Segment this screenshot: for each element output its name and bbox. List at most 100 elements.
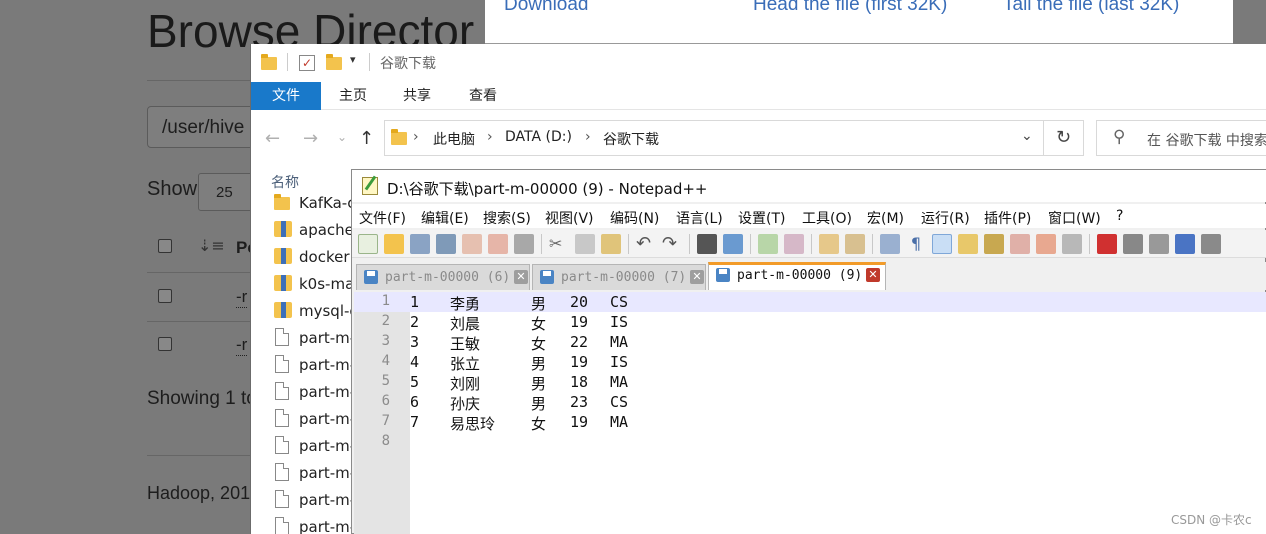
undo-icon[interactable]: ↶ xyxy=(636,234,656,254)
menu-help[interactable]: ? xyxy=(1116,208,1123,224)
properties-icon[interactable]: ✓ xyxy=(299,55,315,71)
menu-edit[interactable]: 编辑(E) xyxy=(421,208,469,228)
tail-file-link[interactable]: Tail the file (last 32K) xyxy=(1003,0,1179,16)
list-item[interactable]: mysql-c xyxy=(273,300,363,324)
menu-tools[interactable]: 工具(O) xyxy=(802,208,852,228)
breadcrumb-separator-icon[interactable]: › xyxy=(413,129,419,145)
recent-locations-icon[interactable]: ⌄ xyxy=(337,130,347,144)
paste-icon[interactable] xyxy=(601,234,621,254)
tab-part-m-00000-6[interactable]: part-m-00000 (6) ✕ xyxy=(356,264,530,290)
editor-line[interactable]: 2 2 刘晨 女 19 IS xyxy=(354,312,1266,333)
folder-as-workspace-icon[interactable] xyxy=(1036,234,1056,254)
back-arrow-icon[interactable]: ← xyxy=(265,128,280,149)
name-column-header[interactable]: 名称 xyxy=(271,172,299,192)
list-item[interactable]: part-m- xyxy=(273,516,363,534)
list-item[interactable]: docker xyxy=(273,246,363,270)
head-file-link[interactable]: Head the file (first 32K) xyxy=(753,0,947,16)
new-folder-icon[interactable] xyxy=(326,54,342,70)
sync-vertical-icon[interactable] xyxy=(819,234,839,254)
refresh-button[interactable]: ↻ xyxy=(1044,120,1084,156)
editor-line[interactable]: 7 7 易思玲 女 19 MA xyxy=(354,412,1266,433)
close-tab-icon[interactable]: ✕ xyxy=(866,268,880,282)
zoom-in-icon[interactable] xyxy=(758,234,778,254)
menu-macro[interactable]: 宏(M) xyxy=(867,208,904,228)
list-item[interactable]: part-m- xyxy=(273,435,363,459)
list-item[interactable]: part-m- xyxy=(273,381,363,405)
address-bar[interactable]: › 此电脑 › DATA (D:) › 谷歌下载 ⌄ xyxy=(384,120,1044,156)
select-all-checkbox[interactable] xyxy=(158,239,172,253)
chevron-down-icon[interactable]: ⌄ xyxy=(1021,128,1033,144)
redo-icon[interactable]: ↷ xyxy=(662,234,682,254)
row-checkbox[interactable] xyxy=(158,337,172,351)
menu-language[interactable]: 语言(L) xyxy=(676,208,723,228)
search-box[interactable]: ⚲ 在 谷歌下载 中搜索 xyxy=(1096,120,1266,156)
function-list-icon[interactable] xyxy=(1010,234,1030,254)
open-file-icon[interactable] xyxy=(384,234,404,254)
save-macro-icon[interactable] xyxy=(1201,234,1221,254)
show-all-characters-icon[interactable]: ¶ xyxy=(906,234,926,254)
tab-view[interactable]: 查看 xyxy=(457,82,509,110)
list-item[interactable]: part-m- xyxy=(273,462,363,486)
indent-guide-icon[interactable] xyxy=(932,234,952,254)
menu-run[interactable]: 运行(R) xyxy=(921,208,970,228)
menu-settings[interactable]: 设置(T) xyxy=(738,208,785,228)
list-item[interactable]: part-m- xyxy=(273,327,363,351)
define-language-icon[interactable] xyxy=(958,234,978,254)
directory-path-input[interactable]: /user/hive xyxy=(147,106,267,148)
close-tab-icon[interactable]: ✕ xyxy=(690,270,704,284)
play-macro-icon[interactable] xyxy=(1149,234,1169,254)
tab-part-m-00000-7[interactable]: part-m-00000 (7) ✕ xyxy=(532,264,706,290)
monitoring-icon[interactable] xyxy=(1062,234,1082,254)
close-tab-icon[interactable]: ✕ xyxy=(514,270,528,284)
menu-search[interactable]: 搜索(S) xyxy=(483,208,531,228)
menu-view[interactable]: 视图(V) xyxy=(545,208,594,228)
copy-icon[interactable] xyxy=(575,234,595,254)
menu-file[interactable]: 文件(F) xyxy=(359,208,406,228)
editor-line[interactable]: 1 1 李勇 男 20 CS xyxy=(354,292,1266,313)
menu-window[interactable]: 窗口(W) xyxy=(1048,208,1101,228)
editor-line[interactable]: 3 3 王敏 女 22 MA xyxy=(354,332,1266,353)
save-all-icon[interactable] xyxy=(436,234,456,254)
tab-home[interactable]: 主页 xyxy=(327,82,379,110)
download-link[interactable]: Download xyxy=(504,0,589,16)
tab-file[interactable]: 文件 xyxy=(251,82,321,110)
tab-part-m-00000-9[interactable]: part-m-00000 (9) ✕ xyxy=(708,262,886,290)
tab-share[interactable]: 共享 xyxy=(391,82,443,110)
document-map-icon[interactable] xyxy=(984,234,1004,254)
list-item[interactable]: KafKa-c xyxy=(273,192,363,216)
find-icon[interactable] xyxy=(697,234,717,254)
record-macro-icon[interactable] xyxy=(1097,234,1117,254)
editor-line[interactable]: 6 6 孙庆 男 23 CS xyxy=(354,392,1266,413)
stop-macro-icon[interactable] xyxy=(1123,234,1143,254)
row-permission[interactable]: -r xyxy=(236,335,248,356)
editor-line[interactable]: 8 xyxy=(354,432,1266,452)
up-arrow-icon[interactable]: ↑ xyxy=(359,128,374,149)
menu-plugins[interactable]: 插件(P) xyxy=(984,208,1031,228)
sort-icon[interactable]: ⇣≡ xyxy=(198,236,225,255)
menu-encoding[interactable]: 编码(N) xyxy=(610,208,659,228)
breadcrumb-google-downloads[interactable]: 谷歌下载 xyxy=(603,129,659,149)
row-checkbox[interactable] xyxy=(158,289,172,303)
word-wrap-icon[interactable] xyxy=(880,234,900,254)
editor-line[interactable]: 4 4 张立 男 19 IS xyxy=(354,352,1266,373)
list-item[interactable]: part-m- xyxy=(273,408,363,432)
customize-toolbar-icon[interactable]: ▾ xyxy=(350,53,356,66)
breadcrumb-separator-icon[interactable]: › xyxy=(585,129,591,145)
close-all-icon[interactable] xyxy=(488,234,508,254)
cut-icon[interactable]: ✂ xyxy=(549,234,569,254)
run-macro-multiple-icon[interactable] xyxy=(1175,234,1195,254)
list-item[interactable]: k0s-ma xyxy=(273,273,363,297)
print-icon[interactable] xyxy=(514,234,534,254)
list-item[interactable]: apache xyxy=(273,219,363,243)
row-permission[interactable]: -r xyxy=(236,287,248,308)
zoom-out-icon[interactable] xyxy=(784,234,804,254)
forward-arrow-icon[interactable]: → xyxy=(303,128,318,149)
breadcrumb-data-drive[interactable]: DATA (D:) xyxy=(505,129,572,145)
title-bar[interactable]: D:\谷歌下载\part-m-00000 (9) - Notepad++ xyxy=(352,170,1266,202)
close-icon[interactable] xyxy=(462,234,482,254)
breadcrumb-separator-icon[interactable]: › xyxy=(487,129,493,145)
entries-per-page-select[interactable]: 25 xyxy=(198,173,258,211)
list-item[interactable]: part-m- xyxy=(273,489,363,513)
save-icon[interactable] xyxy=(410,234,430,254)
editor-line[interactable]: 5 5 刘刚 男 18 MA xyxy=(354,372,1266,393)
